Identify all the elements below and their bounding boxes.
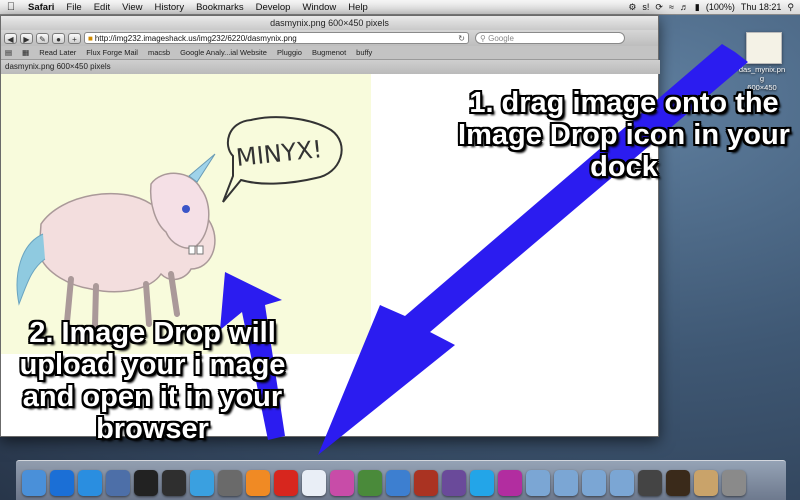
activity-monitor-icon[interactable] <box>162 470 186 496</box>
itunes-icon[interactable] <box>190 470 214 496</box>
preview-icon[interactable] <box>106 470 130 496</box>
calendar-icon[interactable] <box>414 470 438 496</box>
trash-icon[interactable] <box>722 470 746 496</box>
video-icon[interactable] <box>666 470 690 496</box>
skype-icon[interactable] <box>470 470 494 496</box>
globe-icon[interactable] <box>386 470 410 496</box>
image-drop-icon[interactable] <box>274 470 298 496</box>
finder-icon[interactable] <box>22 470 46 496</box>
step-2-instruction: 2. Image Drop will upload your i mage an… <box>19 317 286 445</box>
step-1-instruction: 1. drag image onto the Image Drop icon i… <box>458 87 790 183</box>
checkmark-app-icon[interactable] <box>358 470 382 496</box>
terminal-icon[interactable] <box>134 470 158 496</box>
alien-icon[interactable] <box>218 470 242 496</box>
photo-icon[interactable] <box>442 470 466 496</box>
app-store-icon[interactable] <box>50 470 74 496</box>
folder-icon[interactable] <box>582 470 606 496</box>
orb-icon[interactable] <box>498 470 522 496</box>
folder-icon[interactable] <box>610 470 634 496</box>
pink-app-icon[interactable] <box>330 470 354 496</box>
music-icon[interactable] <box>638 470 662 496</box>
folder-icon[interactable] <box>554 470 578 496</box>
safari-icon[interactable] <box>78 470 102 496</box>
vlc-icon[interactable] <box>246 470 270 496</box>
folder-icon[interactable] <box>526 470 550 496</box>
coffee-icon[interactable] <box>694 470 718 496</box>
textedit-icon[interactable] <box>302 470 326 496</box>
dock <box>16 460 786 500</box>
